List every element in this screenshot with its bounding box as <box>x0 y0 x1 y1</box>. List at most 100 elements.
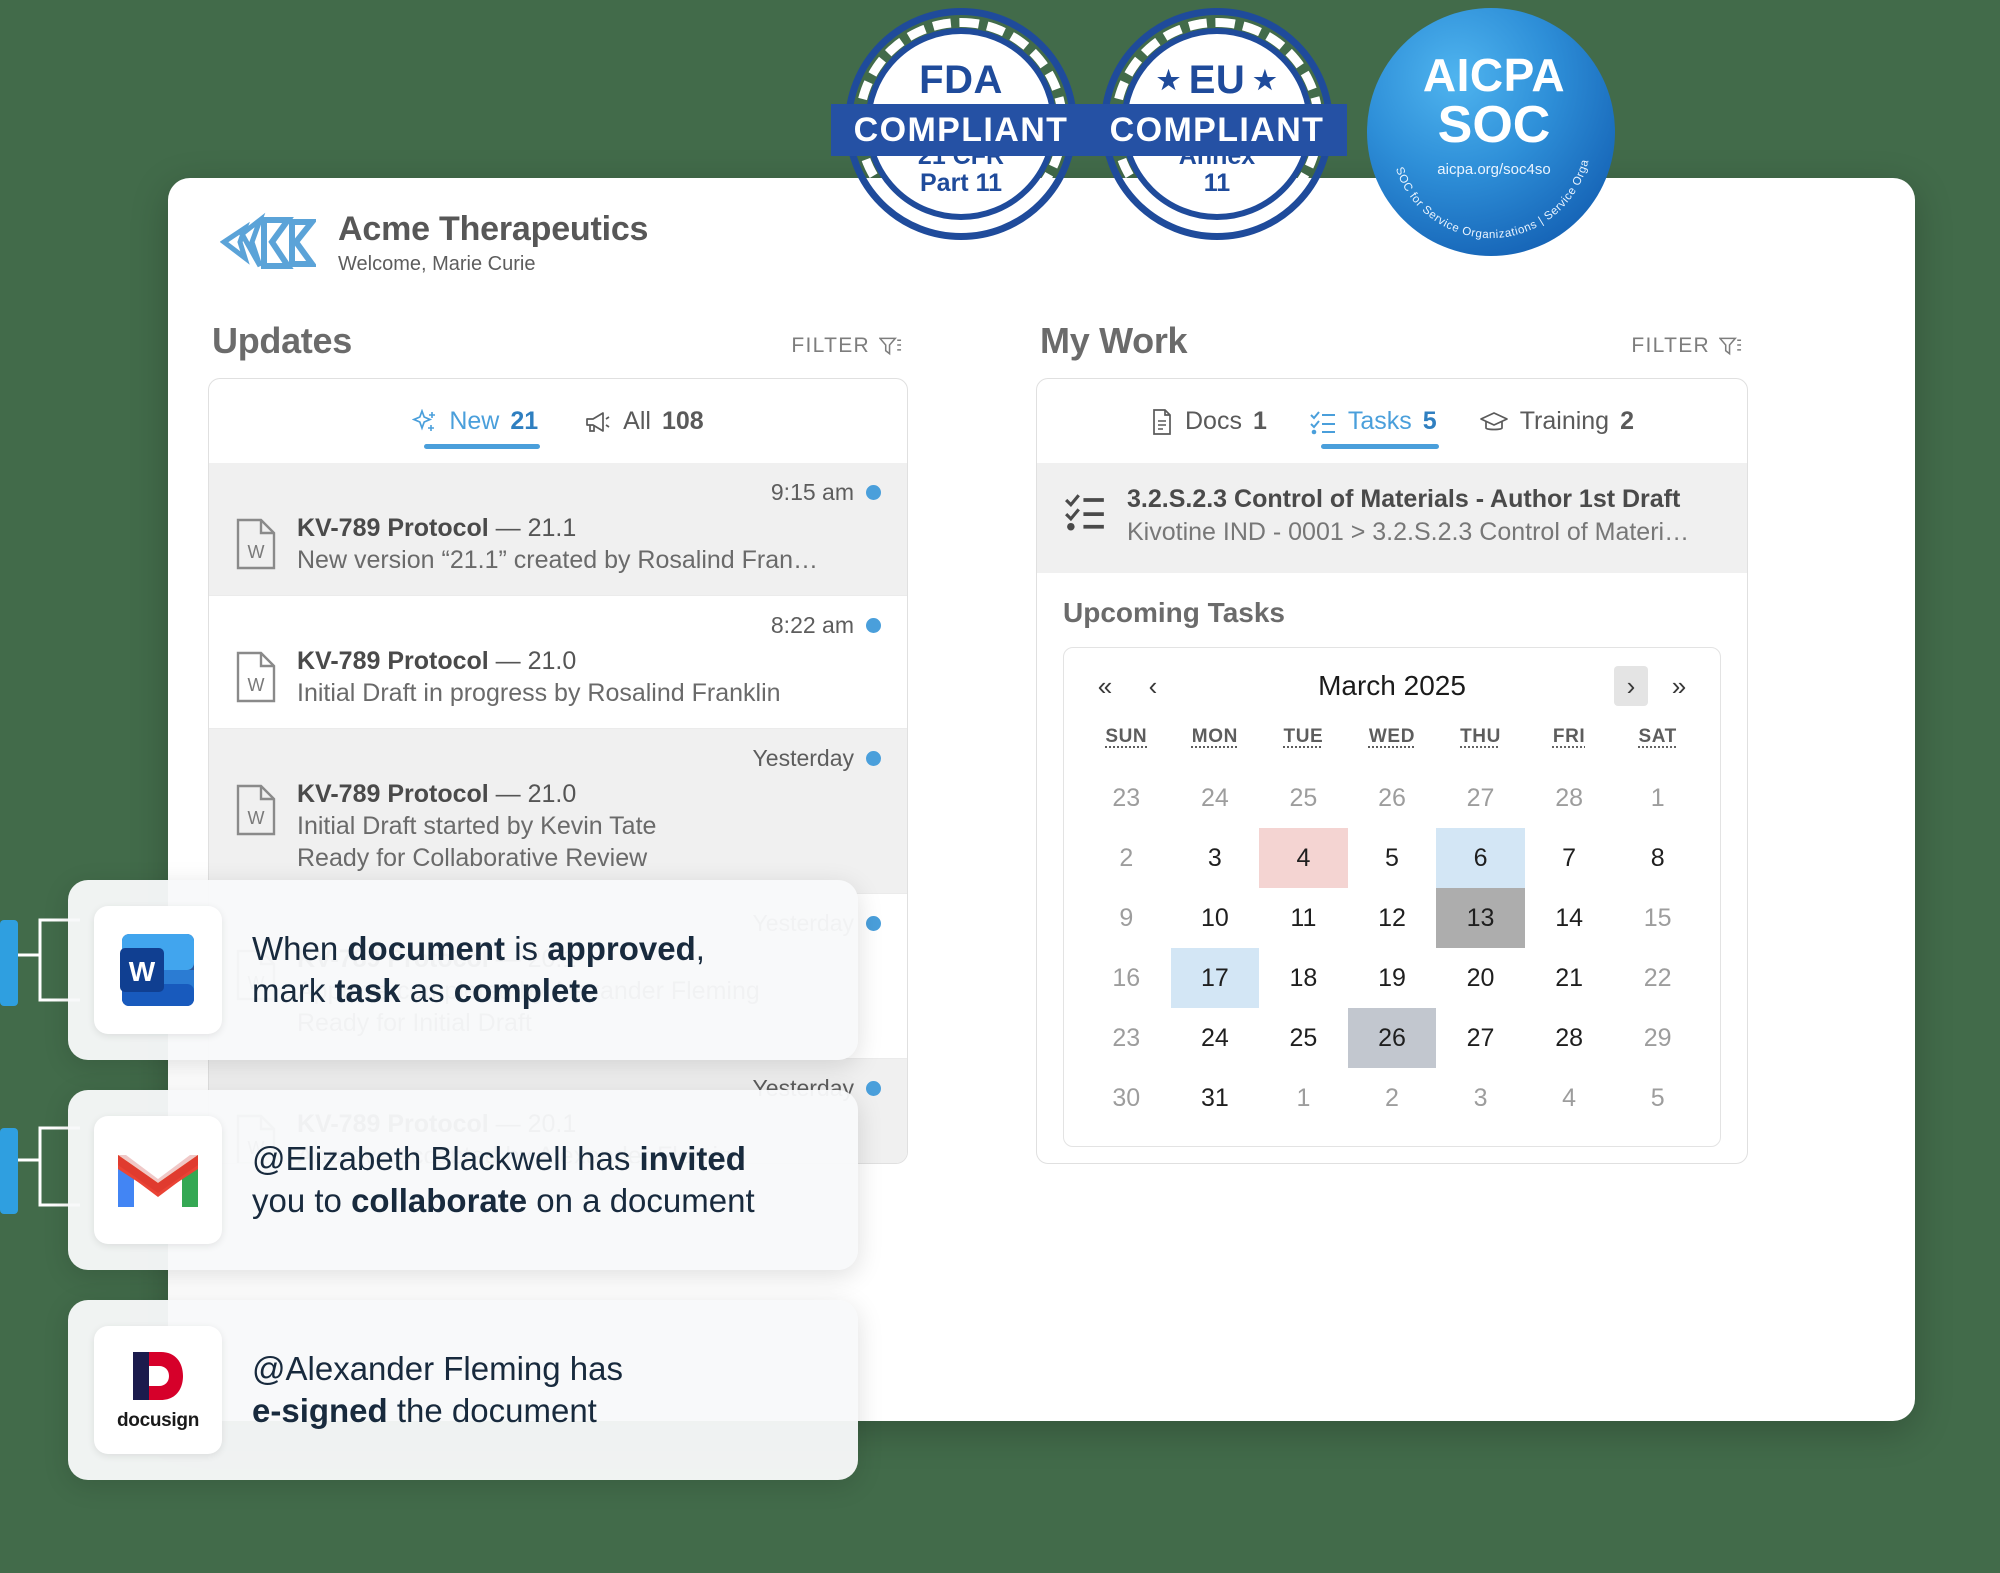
calendar-day-cell[interactable]: 23 <box>1082 768 1171 828</box>
microsoft-word-icon: W <box>94 906 222 1034</box>
calendar-first-button[interactable]: « <box>1088 666 1122 706</box>
calendar-day-cell[interactable]: 21 <box>1525 948 1614 1008</box>
calendar-day-number: 17 <box>1170 948 1260 1008</box>
calendar-day-number: 16 <box>1112 963 1141 992</box>
calendar-day-cell[interactable]: 1 <box>1613 768 1702 828</box>
calendar-day-cell[interactable]: 25 <box>1259 768 1348 828</box>
docusign-wordmark: docusign <box>116 1410 200 1431</box>
calendar-day-cell[interactable]: 17 <box>1170 948 1260 1008</box>
notification-card-word[interactable]: W When document is approved, mark task as… <box>68 880 858 1060</box>
calendar-day-number: 23 <box>1112 1023 1141 1052</box>
tab-tasks[interactable]: Tasks 5 <box>1309 407 1439 449</box>
calendar-day-cell[interactable]: 24 <box>1171 1008 1260 1068</box>
connector-chip-1 <box>0 920 18 1006</box>
calendar-day-cell[interactable]: 20 <box>1436 948 1525 1008</box>
updates-filter-button[interactable]: FILTER <box>791 334 902 362</box>
calendar-week-row: 16 17 18 19 20 21 22 <box>1082 948 1702 1008</box>
calendar-day-cell[interactable]: 28 <box>1525 1008 1614 1068</box>
calendar-day-number: 2 <box>1385 1083 1399 1112</box>
calendar-day-cell[interactable]: 27 <box>1436 768 1525 828</box>
calendar-week-row: 9 10 11 12 13 14 15 <box>1082 888 1702 948</box>
calendar-day-cell[interactable]: 6 <box>1436 828 1525 888</box>
calendar-day-cell[interactable]: 7 <box>1525 828 1614 888</box>
calendar-day-cell[interactable]: 4 <box>1525 1068 1614 1128</box>
calendar-day-cell[interactable]: 5 <box>1613 1068 1702 1128</box>
graduation-cap-icon <box>1479 411 1508 430</box>
calendar-weekday: SUN <box>1105 726 1148 747</box>
gmail-icon <box>94 1116 222 1244</box>
calendar-day-number: 4 <box>1562 1083 1577 1112</box>
calendar-last-button[interactable]: » <box>1662 666 1696 706</box>
calendar-day-cell[interactable]: 9 <box>1082 888 1171 948</box>
calendar-day-number: 21 <box>1555 963 1583 992</box>
calendar-day-cell[interactable]: 27 <box>1436 1008 1525 1068</box>
calendar-day-cell[interactable]: 25 <box>1259 1008 1348 1068</box>
tab-training-count: 2 <box>1620 407 1634 435</box>
task-row[interactable]: 3.2.S.2.3 Control of Materials - Author … <box>1037 463 1747 573</box>
mywork-header: My Work FILTER <box>1036 308 1748 362</box>
calendar: « ‹ March 2025 › » SUN MON TUE WED THU FRI SAT <box>1063 647 1721 1147</box>
calendar-day-cell[interactable]: 26 <box>1347 1008 1437 1068</box>
calendar-day-cell[interactable]: 11 <box>1259 888 1348 948</box>
tab-training[interactable]: Training 2 <box>1479 407 1634 449</box>
calendar-day-cell[interactable]: 2 <box>1348 1068 1437 1128</box>
update-row[interactable]: Yesterday W KV-789 Protocol — 21.0 Initi… <box>209 728 907 893</box>
calendar-day-number: 10 <box>1200 903 1229 932</box>
calendar-day-cell[interactable]: 28 <box>1525 768 1614 828</box>
calendar-day-cell[interactable]: 23 <box>1082 1008 1171 1068</box>
calendar-day-cell[interactable]: 15 <box>1613 888 1702 948</box>
update-detail: New version “21.1” created by Rosalind F… <box>297 546 819 574</box>
calendar-day-number: 18 <box>1289 963 1318 992</box>
calendar-day-cell[interactable]: 29 <box>1613 1008 1702 1068</box>
update-row[interactable]: 9:15 am W KV-789 Protocol — 21.1 New ver… <box>209 463 907 595</box>
calendar-day-cell[interactable]: 26 <box>1348 768 1437 828</box>
mywork-tabstrip: Docs 1 Tasks 5 Training 2 <box>1037 379 1747 449</box>
calendar-day-cell[interactable]: 10 <box>1171 888 1260 948</box>
calendar-day-cell[interactable]: 16 <box>1082 948 1171 1008</box>
star-icon: ★ <box>1156 65 1181 96</box>
calendar-prev-button[interactable]: ‹ <box>1136 666 1170 706</box>
calendar-day-cell[interactable]: 5 <box>1348 828 1437 888</box>
mywork-filter-button[interactable]: FILTER <box>1631 334 1742 362</box>
calendar-day-cell[interactable]: 22 <box>1613 948 1702 1008</box>
unread-dot <box>866 618 881 633</box>
upcoming-tasks-title: Upcoming Tasks <box>1063 597 1285 628</box>
megaphone-icon <box>586 411 610 432</box>
unread-dot <box>866 751 881 766</box>
notification-text-word: When document is approved, mark task as c… <box>252 929 705 1009</box>
calendar-day-number: 6 <box>1436 828 1525 888</box>
tab-docs[interactable]: Docs 1 <box>1150 407 1267 449</box>
calendar-day-number: 29 <box>1643 1023 1672 1052</box>
docusign-icon: docusign <box>94 1326 222 1454</box>
calendar-day-cell[interactable]: 30 <box>1082 1068 1171 1128</box>
calendar-day-cell[interactable]: 1 <box>1259 1068 1348 1128</box>
update-timestamp: Yesterday <box>235 745 881 772</box>
calendar-day-number: 31 <box>1200 1083 1229 1112</box>
calendar-day-cell[interactable]: 13 <box>1436 888 1525 948</box>
update-row[interactable]: 8:22 am W KV-789 Protocol — 21.0 Initial… <box>209 595 907 728</box>
svg-text:W: W <box>248 542 265 562</box>
unread-dot <box>866 916 881 931</box>
tab-new[interactable]: New 21 <box>412 407 540 449</box>
calendar-next-button[interactable]: › <box>1614 666 1648 706</box>
aicpa-soc-badge: SOC for Service Organizations | Service … <box>1349 8 1639 256</box>
calendar-day-cell[interactable]: 14 <box>1525 888 1614 948</box>
calendar-day-cell[interactable]: 24 <box>1171 768 1260 828</box>
notification-card-docusign[interactable]: docusign @Alexander Fleming has e-signed … <box>68 1300 858 1480</box>
calendar-day-cell[interactable]: 31 <box>1171 1068 1260 1128</box>
calendar-day-cell[interactable]: 3 <box>1171 828 1260 888</box>
calendar-day-cell[interactable]: 19 <box>1348 948 1437 1008</box>
calendar-day-cell[interactable]: 2 <box>1082 828 1171 888</box>
tab-all[interactable]: All 108 <box>584 407 704 449</box>
calendar-day-cell[interactable]: 4 <box>1259 828 1348 888</box>
mywork-panel: My Work FILTER Docs 1 Tasks 5 Training 2… <box>1036 308 1748 1164</box>
calendar-day-cell[interactable]: 12 <box>1348 888 1437 948</box>
calendar-day-cell[interactable]: 3 <box>1436 1068 1525 1128</box>
notification-card-gmail[interactable]: @Elizabeth Blackwell has invited you to c… <box>68 1090 858 1270</box>
calendar-day-cell[interactable]: 18 <box>1259 948 1348 1008</box>
tab-docs-label: Docs <box>1185 407 1242 435</box>
eu-badge-top: EU <box>1188 58 1246 103</box>
calendar-day-cell[interactable]: 8 <box>1613 828 1702 888</box>
task-title: 3.2.S.2.3 Control of Materials - Author … <box>1127 485 1681 513</box>
tab-tasks-label: Tasks <box>1347 407 1412 435</box>
